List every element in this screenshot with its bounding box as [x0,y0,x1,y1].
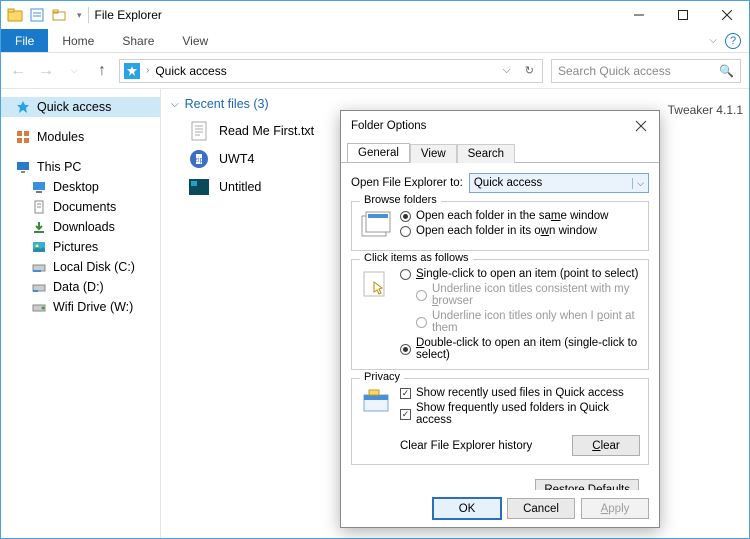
ribbon-tab-home[interactable]: Home [48,29,108,52]
check-frequent-folders[interactable]: ✓ Show frequently used folders in Quick … [400,402,640,426]
radio-underline-browser: Underline icon titles consistent with my… [400,283,640,307]
radio-double-click[interactable]: Double-click to open an item (single-cli… [400,337,640,361]
tree-data-d[interactable]: Data (D:) [1,277,160,297]
tab-view[interactable]: View [410,144,457,163]
ribbon-tab-share[interactable]: Share [108,29,168,52]
chevron-down-icon: ⌵ [171,99,179,110]
tree-documents[interactable]: Documents [1,197,160,217]
modules-icon [15,129,31,145]
text-file-icon [189,121,209,141]
tab-search[interactable]: Search [457,144,515,163]
ok-button[interactable]: OK [433,498,501,519]
qat-dropdown-icon[interactable]: ▾ [77,10,82,21]
app-icon [7,7,23,23]
drive-icon [31,279,47,295]
window-title: File Explorer [95,8,162,22]
nav-recent-dropdown[interactable]: ⌵ [65,62,83,80]
restore-defaults-button[interactable]: Restore Defaults [535,479,639,490]
group-click-items: Click items as follows Single-click to o… [351,259,649,370]
minimize-button[interactable] [617,1,661,29]
apply-button[interactable]: Apply [581,498,649,519]
navbar: ← → ⌵ ↑ › Quick access ⌵ ↻ Search Quick … [1,53,749,89]
address-bar[interactable]: › Quick access ⌵ ↻ [119,59,543,83]
tree-desktop[interactable]: Desktop [1,177,160,197]
desktop-icon [31,179,47,195]
star-icon [15,99,31,115]
pictures-icon [31,239,47,255]
qat-new-folder-icon[interactable] [51,7,67,23]
downloads-icon [31,219,47,235]
group-browse-folders: Browse folders Open each folder in the s… [351,201,649,251]
radio-icon [400,226,411,237]
breadcrumb-sep-icon[interactable]: › [146,65,149,76]
address-location[interactable]: Quick access [155,64,226,78]
dialog-title: Folder Options [351,120,426,132]
background-app-text: Tweaker 4.1.1 [668,103,743,117]
ribbon-tab-file[interactable]: File [1,29,48,52]
clear-button[interactable]: Clear [572,435,640,456]
drive-icon [31,259,47,275]
radio-single-click[interactable]: Single-click to open an item (point to s… [400,268,640,280]
radio-same-window[interactable]: Open each folder in the same window [400,210,608,222]
open-explorer-to-label: Open File Explorer to: [351,177,463,189]
radio-icon [416,317,427,328]
chevron-down-icon: ⌵ [632,178,644,189]
checkbox-icon: ✓ [400,388,411,399]
search-icon[interactable]: 🔍 [719,64,734,78]
radio-icon [400,269,411,280]
tree-local-disk-c[interactable]: Local Disk (C:) [1,257,160,277]
ribbon: File Home Share View ⌵ ? [1,29,749,53]
radio-icon [400,344,411,355]
radio-own-window[interactable]: Open each folder in its own window [400,225,608,237]
click-items-icon [360,268,392,300]
maximize-button[interactable] [661,1,705,29]
titlebar: ▾ File Explorer [1,1,749,29]
tree-this-pc[interactable]: This PC [1,157,160,177]
dialog-titlebar: Folder Options [341,111,659,141]
qat-properties-icon[interactable] [29,7,45,23]
documents-icon [31,199,47,215]
nav-forward-button[interactable]: → [37,62,55,80]
quick-access-star-icon [124,63,140,79]
dialog-button-row: OK Cancel Apply [341,490,659,527]
dialog-tabs: General View Search [341,143,659,163]
recent-files-header[interactable]: ⌵ Recent files (3) [171,97,739,111]
nav-back-button[interactable]: ← [9,62,27,80]
tab-general[interactable]: General [347,143,410,162]
tree-quick-access[interactable]: Quick access [1,97,160,117]
monitor-icon [15,159,31,175]
close-button[interactable] [705,1,749,29]
radio-icon [416,290,427,301]
group-privacy: Privacy ✓ Show recently used files in Qu… [351,378,649,465]
radio-icon [400,211,411,222]
check-recent-files[interactable]: ✓ Show recently used files in Quick acce… [400,387,640,399]
refresh-icon[interactable]: ↻ [521,64,538,77]
cancel-button[interactable]: Cancel [507,498,575,519]
address-dropdown-icon[interactable]: ⌵ [498,64,514,77]
ribbon-expand-icon[interactable]: ⌵ [709,35,717,46]
tree-modules[interactable]: Modules [1,127,160,147]
checkbox-icon: ✓ [400,409,411,420]
tree-wifi-drive-w[interactable]: Wifi Drive (W:) [1,297,160,317]
navigation-tree: Quick access Modules This PC Desktop Doc… [1,89,161,538]
browse-folders-icon [360,210,392,242]
svg-text:zip: zip [195,157,204,164]
tree-downloads[interactable]: Downloads [1,217,160,237]
open-explorer-to-select[interactable]: Quick access ⌵ [469,173,649,193]
image-file-icon [189,177,209,197]
folder-options-dialog: Folder Options General View Search Open … [340,110,660,528]
ribbon-tab-view[interactable]: View [168,29,222,52]
tree-pictures[interactable]: Pictures [1,237,160,257]
dialog-close-button[interactable] [631,116,651,136]
zip-file-icon: zip [189,149,209,169]
network-drive-icon [31,299,47,315]
nav-up-button[interactable]: ↑ [93,62,111,80]
privacy-icon [360,387,392,419]
search-box[interactable]: Search Quick access 🔍 [551,59,741,83]
search-placeholder: Search Quick access [558,64,671,78]
radio-underline-point: Underline icon titles only when I point … [400,310,640,334]
help-icon[interactable]: ? [725,33,741,49]
clear-history-label: Clear File Explorer history [400,440,532,452]
